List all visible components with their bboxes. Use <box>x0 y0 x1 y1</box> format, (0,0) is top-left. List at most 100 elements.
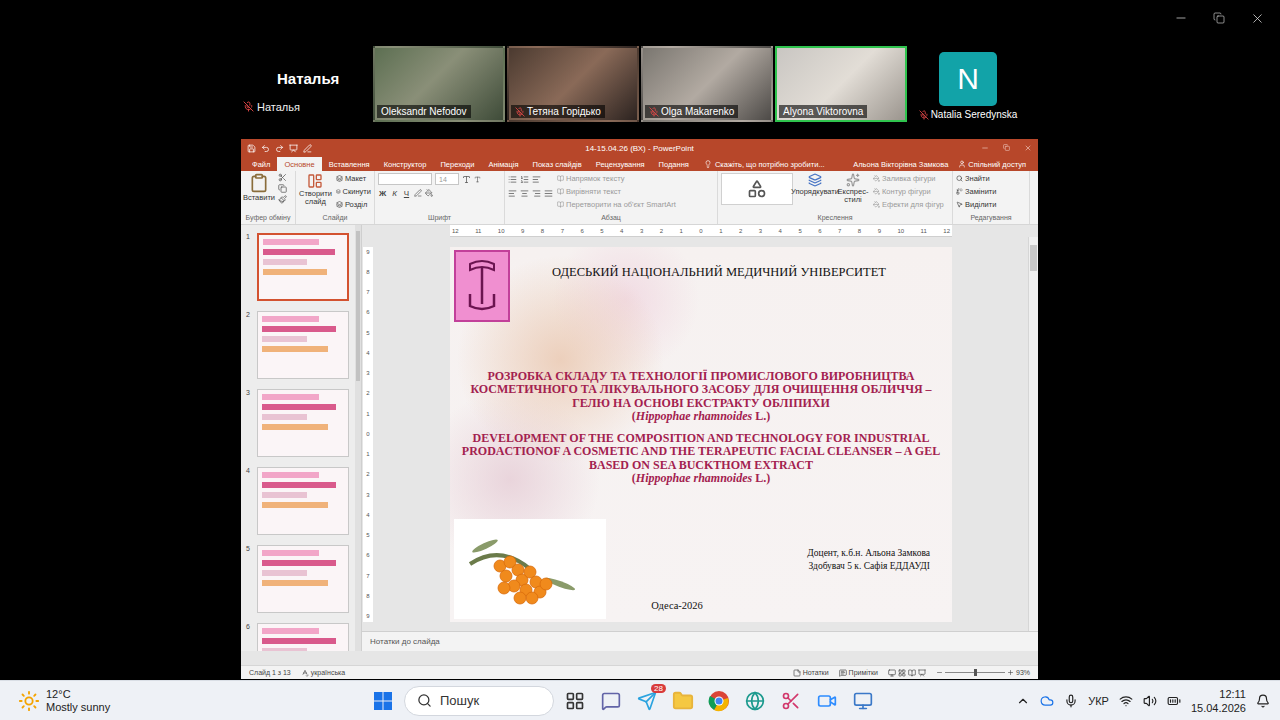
volume-icon[interactable] <box>1143 694 1157 708</box>
chevron-up-icon[interactable] <box>1016 694 1030 708</box>
save-icon[interactable] <box>247 144 256 153</box>
zoom-out-icon[interactable] <box>936 669 943 676</box>
paragraph-item[interactable]: Напрямок тексту <box>557 173 676 184</box>
grow-font-icon[interactable] <box>462 175 471 184</box>
thumbnail-scrollbar[interactable] <box>355 225 361 651</box>
language-indicator[interactable]: УКР <box>1088 695 1109 707</box>
drawing-item[interactable]: Контур фігури <box>873 186 944 197</box>
editor-scrollbar[interactable] <box>1028 237 1038 631</box>
justify-icon[interactable] <box>544 189 553 198</box>
ribbon-tab[interactable]: Показ слайдів <box>526 157 589 171</box>
slideshow-view-icon[interactable] <box>918 669 926 677</box>
slide-thumbnail[interactable]: 4 <box>241 467 355 535</box>
drawing-item[interactable]: Ефекти для фігур <box>873 199 944 210</box>
format-key[interactable]: Ж <box>378 189 387 198</box>
editing-item[interactable]: Знайти <box>956 173 996 184</box>
arrange-button[interactable]: Упорядкувати <box>797 173 833 214</box>
slideshow-icon[interactable] <box>289 144 298 153</box>
explorer-button[interactable] <box>668 686 698 716</box>
slides-item[interactable]: Макет <box>336 173 371 184</box>
onedrive-icon[interactable] <box>1040 694 1054 708</box>
pen-icon[interactable] <box>303 144 312 153</box>
zoom-in-icon[interactable] <box>1007 669 1014 676</box>
drawing-item[interactable]: Заливка фігури <box>873 173 944 184</box>
shrink-font-icon[interactable] <box>474 176 481 183</box>
app-button[interactable] <box>848 686 878 716</box>
participant-tile[interactable]: Oleksandr Nefodov <box>373 46 505 122</box>
ppt-close-icon[interactable] <box>1024 144 1032 152</box>
align-right-icon[interactable] <box>532 189 541 198</box>
telegram-button[interactable]: 28 <box>632 686 662 716</box>
chrome-button[interactable] <box>704 686 734 716</box>
font-name-field[interactable] <box>378 173 432 185</box>
slide-thumbnail[interactable]: 6 <box>241 623 355 651</box>
ribbon-tab[interactable]: Конструктор <box>377 157 434 171</box>
align-center-icon[interactable] <box>520 189 529 198</box>
font-color-icon[interactable] <box>425 189 433 197</box>
paragraph-item[interactable]: Перетворити на об'єкт SmartArt <box>557 199 676 210</box>
ribbon-tab[interactable]: Рецензування <box>589 157 652 171</box>
slide-thumbnail[interactable]: 2 <box>241 311 355 379</box>
quick-styles-button[interactable]: Експрес-стилі <box>837 173 869 214</box>
highlight-icon[interactable] <box>414 189 422 197</box>
wifi-icon[interactable] <box>1119 694 1133 708</box>
undo-icon[interactable] <box>261 144 270 153</box>
cut-icon[interactable] <box>278 173 287 182</box>
close-button[interactable] <box>1238 9 1276 27</box>
participant-tile[interactable]: Alyona Viktorovna <box>775 46 907 122</box>
reading-view-icon[interactable] <box>908 669 916 677</box>
ppt-minimize-icon[interactable] <box>981 144 989 152</box>
tell-me[interactable]: Скажіть, що потрібно зробити... <box>696 157 825 171</box>
zoom-button[interactable] <box>812 686 842 716</box>
snipping-button[interactable] <box>776 686 806 716</box>
notes-field[interactable]: Нотатки до слайда <box>362 631 1038 651</box>
slides-item[interactable]: Розділ <box>336 199 371 210</box>
normal-view-icon[interactable] <box>888 669 896 677</box>
battery-icon[interactable] <box>1167 694 1181 708</box>
new-slide-button[interactable]: Створити слайд <box>299 173 332 214</box>
paragraph-item[interactable]: Вирівняти текст <box>557 186 676 197</box>
start-button[interactable] <box>368 686 398 716</box>
notes-button[interactable]: Нотатки <box>793 669 829 677</box>
ribbon-tab[interactable]: Вставлення <box>322 157 377 171</box>
view-buttons[interactable] <box>888 669 926 677</box>
search-box[interactable]: Пошук <box>404 686 554 716</box>
ribbon-tab[interactable]: Подання <box>652 157 696 171</box>
ribbon-tab[interactable]: Анімація <box>481 157 525 171</box>
zoom-slider[interactable] <box>945 672 1005 673</box>
weather-widget[interactable]: 12°CMostly sunny <box>0 688 368 714</box>
teams-button[interactable] <box>596 686 626 716</box>
comments-button[interactable]: Примітки <box>839 669 878 677</box>
indent-icon[interactable] <box>532 175 541 184</box>
participant-tile[interactable]: Тетяна Горідько <box>507 46 639 122</box>
chrome-icon[interactable] <box>708 690 730 712</box>
participant-tile[interactable]: NNatalia Seredynska <box>909 46 1027 122</box>
numbering-icon[interactable] <box>520 175 529 184</box>
bullets-icon[interactable] <box>508 175 517 184</box>
edge-button[interactable] <box>740 686 770 716</box>
slide[interactable]: ОДЕСЬКИЙ НАЦІОНАЛЬНИЙ МЕДИЧНИЙ УНІВЕРСИТ… <box>450 247 952 622</box>
windows-logo-icon[interactable] <box>373 691 393 711</box>
copy-icon[interactable] <box>278 184 287 193</box>
slide-thumbnail[interactable]: 3 <box>241 389 355 457</box>
restore-button[interactable] <box>1200 9 1238 27</box>
task-view-button[interactable] <box>560 686 590 716</box>
minimize-button[interactable] <box>1162 9 1200 27</box>
mic-icon[interactable] <box>1064 694 1078 708</box>
zoom-control[interactable]: 93% <box>936 669 1030 676</box>
slide-thumbnail[interactable]: 5 <box>241 545 355 613</box>
slides-item[interactable]: Скинути <box>336 186 371 197</box>
share-button[interactable]: Спільний доступ <box>958 157 1038 171</box>
user-name[interactable]: Альона Вікторівна Замкова <box>853 157 958 171</box>
format-key[interactable]: Ч <box>402 189 411 198</box>
format-painter-icon[interactable] <box>278 195 287 204</box>
ribbon-tab[interactable]: Переходи <box>433 157 481 171</box>
ppt-restore-icon[interactable] <box>1003 144 1010 151</box>
notification-icon[interactable] <box>1256 694 1270 708</box>
language[interactable]: українська <box>301 669 345 677</box>
format-key[interactable]: К <box>390 189 399 198</box>
ribbon-tab[interactable]: Основне <box>277 157 321 171</box>
editing-item[interactable]: Виділити <box>956 199 996 210</box>
align-left-icon[interactable] <box>508 189 517 198</box>
shapes-gallery[interactable] <box>721 173 793 205</box>
